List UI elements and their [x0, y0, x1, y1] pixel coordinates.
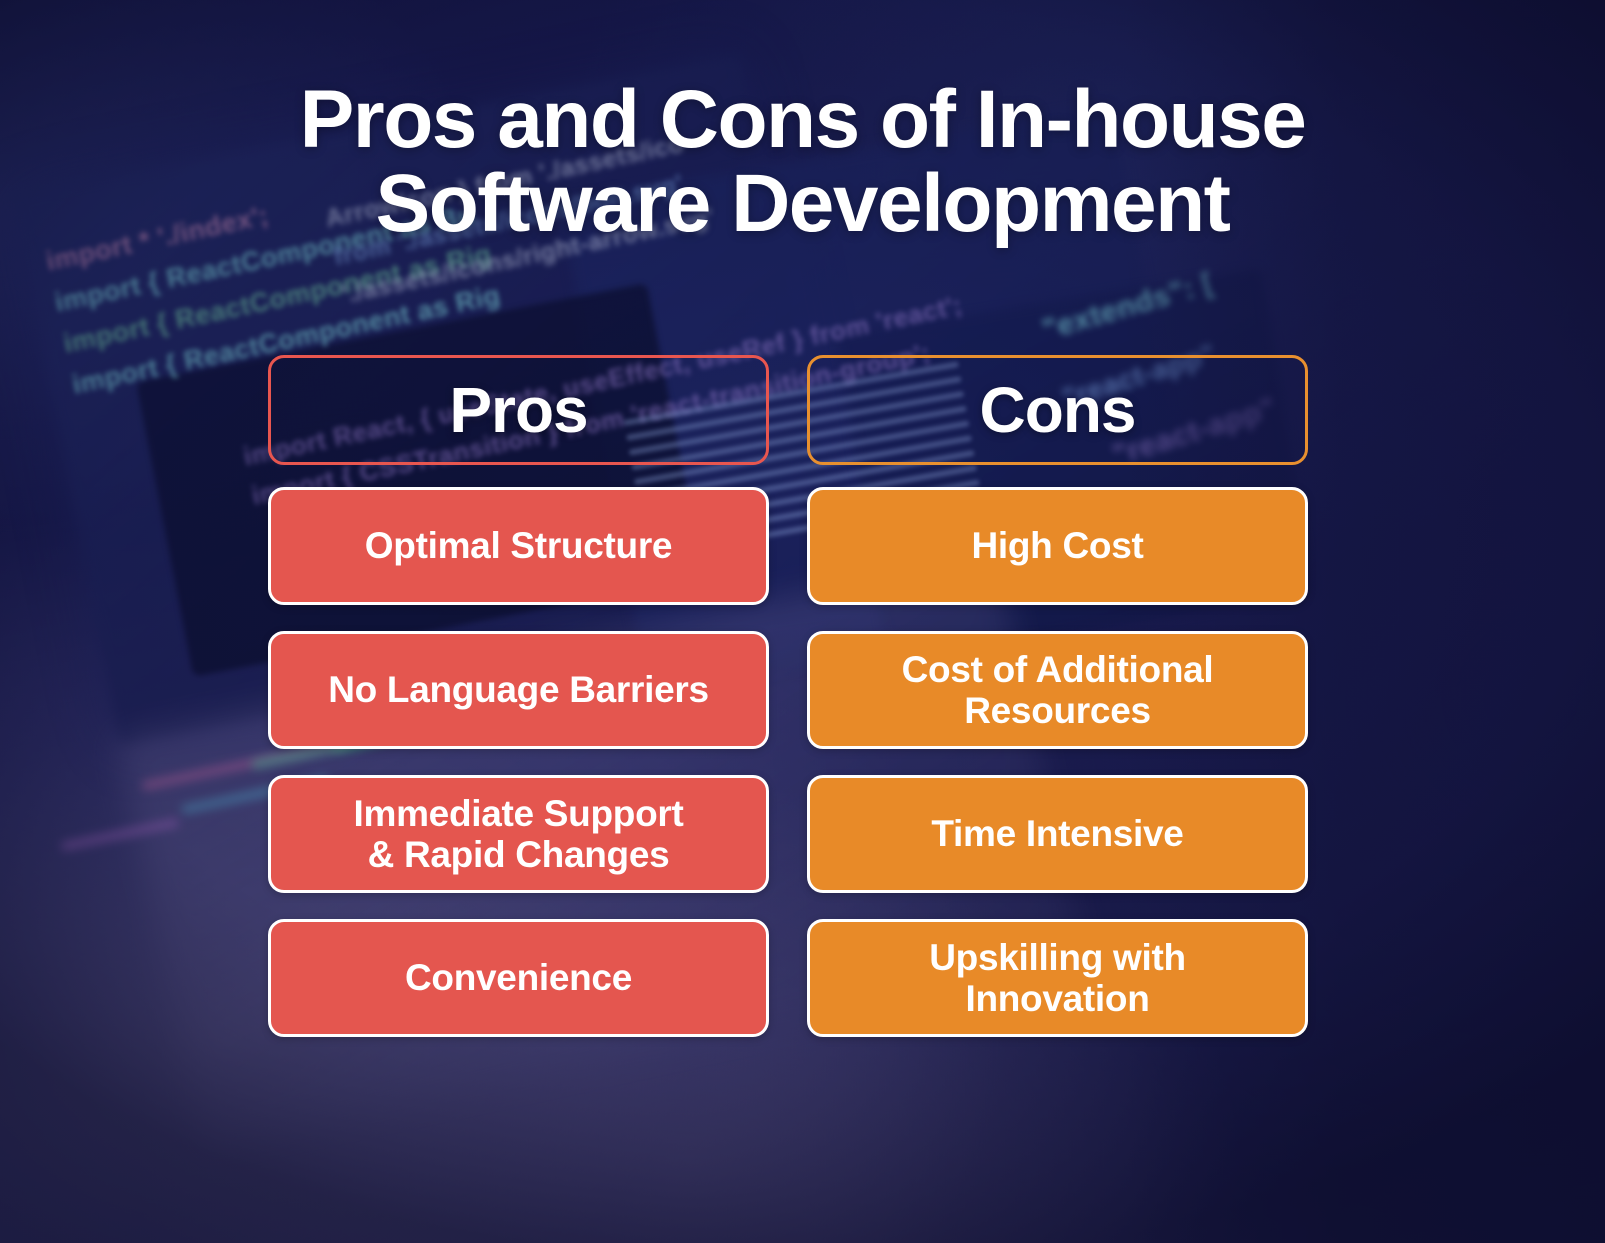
pros-card-3: Immediate Support & Rapid Changes — [268, 775, 769, 893]
infographic-canvas: import * './index'; import { ReactCompon… — [0, 0, 1605, 1243]
pros-header-label: Pros — [449, 374, 588, 446]
card-text-line-1: Time Intensive — [931, 813, 1184, 855]
comparison-columns: Pros Optimal Structure No Language Barri… — [268, 355, 1308, 1037]
pros-card-4-label: Convenience — [405, 957, 632, 998]
page-title: Pros and Cons of In-house Software Devel… — [0, 74, 1605, 250]
page-title-line-2: Software Development — [375, 158, 1231, 250]
pros-card-2: No Language Barriers — [268, 631, 769, 749]
pros-header: Pros — [268, 355, 769, 465]
pros-card-1: Optimal Structure — [268, 487, 769, 605]
pros-card-2-label: No Language Barriers — [328, 669, 709, 710]
cons-card-2: Cost of Additional Resources — [807, 631, 1308, 749]
cons-header: Cons — [807, 355, 1308, 465]
cons-card-1: High Cost — [807, 487, 1308, 605]
card-text-line-1: Upskilling with — [929, 936, 1186, 978]
cons-column: Cons High Cost Cost of Additional Resour… — [807, 355, 1308, 1037]
pros-card-1-label: Optimal Structure — [364, 525, 673, 567]
card-text-line-1: High Cost — [971, 525, 1144, 567]
card-text-line-1: Optimal Structure — [364, 525, 673, 567]
cons-card-3: Time Intensive — [807, 775, 1308, 893]
cons-header-label: Cons — [979, 374, 1137, 446]
card-text-line-2: & Rapid Changes — [367, 834, 670, 875]
cons-card-2-label: Cost of Additional Resources — [902, 649, 1214, 732]
cons-card-1-label: High Cost — [971, 525, 1143, 566]
page-title-line-1: Pros and Cons of In-house — [299, 74, 1307, 165]
card-text-line-2: Resources — [964, 690, 1151, 731]
infographic-content: Pros and Cons of In-house Software Devel… — [0, 0, 1605, 1243]
cons-card-4: Upskilling with Innovation — [807, 919, 1308, 1037]
card-text-line-2: Innovation — [965, 978, 1150, 1019]
card-text-line-1: Convenience — [405, 957, 632, 999]
card-text-line-1: Immediate Support — [353, 792, 684, 834]
cons-card-3-label: Time Intensive — [931, 813, 1183, 854]
pros-card-4: Convenience — [268, 919, 769, 1037]
card-text-line-1: No Language Barriers — [328, 669, 709, 711]
card-text-line-1: Cost of Additional — [901, 648, 1214, 690]
cons-card-4-label: Upskilling with Innovation — [929, 937, 1186, 1020]
pros-card-3-label: Immediate Support & Rapid Changes — [354, 793, 684, 876]
pros-column: Pros Optimal Structure No Language Barri… — [268, 355, 769, 1037]
